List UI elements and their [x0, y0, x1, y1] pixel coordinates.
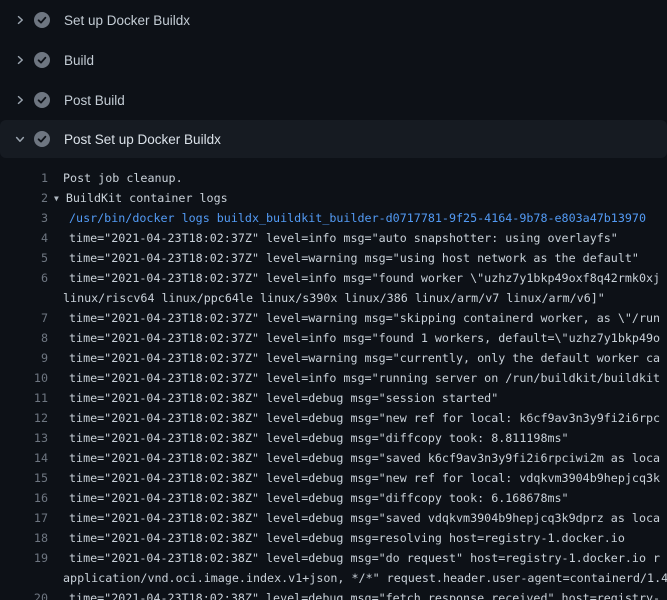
log-line-number[interactable]: 20 [0, 588, 48, 600]
log-line-text: time="2021-04-23T18:02:38Z" level=debug … [48, 428, 569, 448]
log-line-number[interactable]: 1 [0, 168, 48, 188]
log-line-text: Post job cleanup. [48, 168, 183, 188]
log-line: 17time="2021-04-23T18:02:38Z" level=debu… [0, 508, 667, 528]
log-line: 12time="2021-04-23T18:02:38Z" level=debu… [0, 408, 667, 428]
check-circle-icon [34, 131, 50, 147]
log-line-number [0, 568, 48, 588]
log-line-text: time="2021-04-23T18:02:37Z" level=warnin… [48, 308, 660, 328]
log-line-number [0, 288, 48, 308]
check-circle-icon [34, 12, 50, 28]
log-line-number[interactable]: 10 [0, 368, 48, 388]
step-header-build[interactable]: Build [0, 40, 667, 80]
chevron-right-icon [12, 92, 28, 108]
log-line: 3/usr/bin/docker logs buildx_buildkit_bu… [0, 208, 667, 228]
log-line: 15time="2021-04-23T18:02:38Z" level=debu… [0, 468, 667, 488]
log-line-number[interactable]: 7 [0, 308, 48, 328]
log-line-text: time="2021-04-23T18:02:37Z" level=info m… [48, 228, 618, 248]
log-line-text: time="2021-04-23T18:02:37Z" level=warnin… [48, 248, 639, 268]
log-line-text: application/vnd.oci.image.index.v1+json,… [48, 568, 667, 588]
log-group-toggle[interactable]: ▼ BuildKit container logs [48, 188, 228, 208]
log-line: 9time="2021-04-23T18:02:37Z" level=warni… [0, 348, 667, 368]
log-line-number[interactable]: 6 [0, 268, 48, 288]
log-line-number[interactable]: 16 [0, 488, 48, 508]
steps-list: Set up Docker Buildx Build Post Build Po… [0, 0, 667, 158]
log-line: 4time="2021-04-23T18:02:37Z" level=info … [0, 228, 667, 248]
log-line: 8time="2021-04-23T18:02:37Z" level=info … [0, 328, 667, 348]
log-line: 18time="2021-04-23T18:02:38Z" level=debu… [0, 528, 667, 548]
log-line-number[interactable]: 11 [0, 388, 48, 408]
chevron-right-icon [12, 52, 28, 68]
step-label: Set up Docker Buildx [64, 13, 190, 28]
log-line-number[interactable]: 9 [0, 348, 48, 368]
log-view: 1Post job cleanup.2 ▼ BuildKit container l… [0, 158, 667, 600]
log-line-text: time="2021-04-23T18:02:37Z" level=warnin… [48, 348, 660, 368]
chevron-down-icon [12, 131, 28, 147]
log-line-number[interactable]: 2 [0, 188, 48, 208]
log-line: 13time="2021-04-23T18:02:38Z" level=debu… [0, 428, 667, 448]
log-line-text: time="2021-04-23T18:02:38Z" level=debug … [48, 488, 569, 508]
log-line: 7time="2021-04-23T18:02:37Z" level=warni… [0, 308, 667, 328]
step-label: Post Build [64, 93, 125, 108]
step-label: Build [64, 53, 94, 68]
step-header-post-set-up-docker-buildx[interactable]: Post Set up Docker Buildx [0, 120, 667, 158]
log-line: linux/riscv64 linux/ppc64le linux/s390x … [0, 288, 667, 308]
check-circle-icon [34, 52, 50, 68]
log-line-text: linux/riscv64 linux/ppc64le linux/s390x … [48, 288, 605, 308]
log-line-text: time="2021-04-23T18:02:38Z" level=debug … [48, 528, 625, 548]
step-header-post-build[interactable]: Post Build [0, 80, 667, 120]
log-line-number[interactable]: 18 [0, 528, 48, 548]
triangle-down-icon: ▼ [54, 189, 59, 209]
log-line-text: time="2021-04-23T18:02:38Z" level=debug … [48, 388, 498, 408]
chevron-right-icon [12, 12, 28, 28]
log-line: 11time="2021-04-23T18:02:38Z" level=debu… [0, 388, 667, 408]
log-group-label: BuildKit container logs [66, 191, 228, 205]
log-line-number[interactable]: 8 [0, 328, 48, 348]
log-line: 14time="2021-04-23T18:02:38Z" level=debu… [0, 448, 667, 468]
check-circle-icon [34, 92, 50, 108]
log-line: application/vnd.oci.image.index.v1+json,… [0, 568, 667, 588]
step-label: Post Set up Docker Buildx [64, 132, 221, 147]
log-line: 6time="2021-04-23T18:02:37Z" level=info … [0, 268, 667, 288]
log-line-number[interactable]: 17 [0, 508, 48, 528]
log-line-text: time="2021-04-23T18:02:38Z" level=debug … [48, 548, 660, 568]
log-line-text: time="2021-04-23T18:02:38Z" level=debug … [48, 508, 660, 528]
log-line: 19time="2021-04-23T18:02:38Z" level=debu… [0, 548, 667, 568]
step-header-set-up-docker-buildx[interactable]: Set up Docker Buildx [0, 0, 667, 40]
log-line-text: time="2021-04-23T18:02:38Z" level=debug … [48, 448, 660, 468]
log-line: 16time="2021-04-23T18:02:38Z" level=debu… [0, 488, 667, 508]
log-line-number[interactable]: 5 [0, 248, 48, 268]
log-line: 1Post job cleanup. [0, 168, 667, 188]
log-line: 5time="2021-04-23T18:02:37Z" level=warni… [0, 248, 667, 268]
log-line-text: time="2021-04-23T18:02:37Z" level=info m… [48, 368, 660, 388]
log-line: 20time="2021-04-23T18:02:38Z" level=debu… [0, 588, 667, 600]
log-line-number[interactable]: 14 [0, 448, 48, 468]
log-line-text: time="2021-04-23T18:02:38Z" level=debug … [48, 468, 660, 488]
log-group-row: 2 ▼ BuildKit container logs [0, 188, 667, 208]
log-line-number[interactable]: 12 [0, 408, 48, 428]
log-line-text: time="2021-04-23T18:02:38Z" level=debug … [48, 408, 660, 428]
log-line-text: time="2021-04-23T18:02:38Z" level=debug … [48, 588, 660, 600]
log-line-text: time="2021-04-23T18:02:37Z" level=info m… [48, 328, 660, 348]
log-line-number[interactable]: 15 [0, 468, 48, 488]
log-line: 10time="2021-04-23T18:02:37Z" level=info… [0, 368, 667, 388]
log-line-number[interactable]: 3 [0, 208, 48, 228]
log-line-number[interactable]: 13 [0, 428, 48, 448]
log-command-text: /usr/bin/docker logs buildx_buildkit_bui… [48, 208, 646, 228]
log-line-text: time="2021-04-23T18:02:37Z" level=info m… [48, 268, 660, 288]
log-line-number[interactable]: 4 [0, 228, 48, 248]
log-line-number[interactable]: 19 [0, 548, 48, 568]
